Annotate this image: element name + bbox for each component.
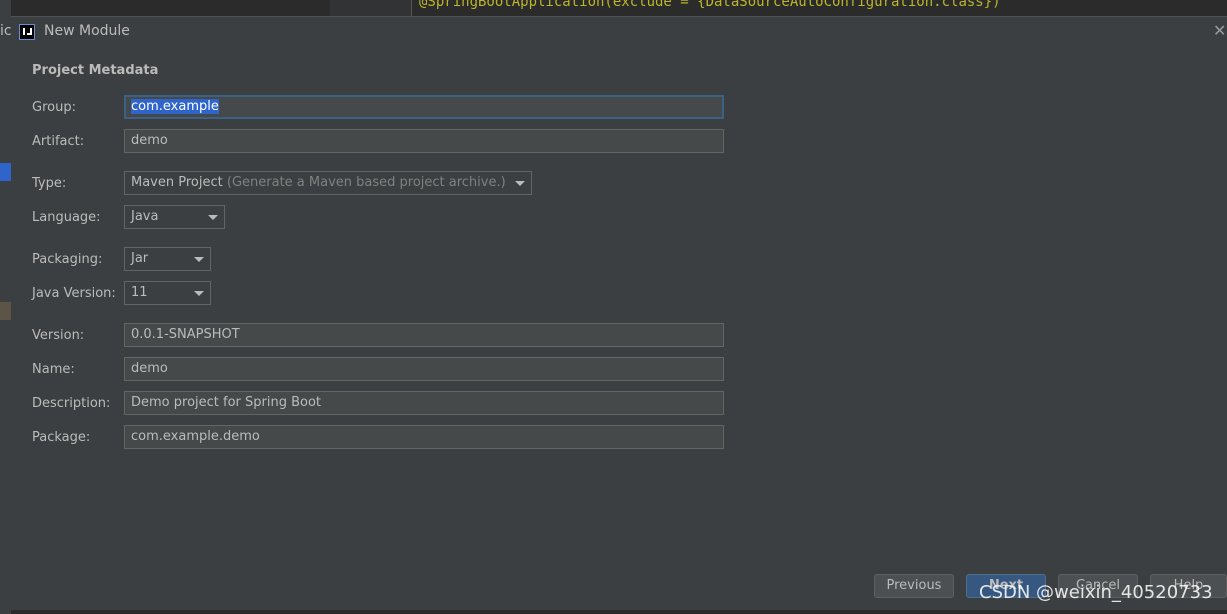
chevron-down-icon: [194, 257, 204, 262]
language-value: Java: [131, 209, 159, 224]
selected-tree-row: [0, 163, 11, 181]
language-select[interactable]: Java: [124, 205, 225, 229]
close-icon[interactable]: ✕: [1213, 21, 1227, 41]
java-version-select[interactable]: 11: [124, 281, 211, 305]
java-version-label: Java Version:: [32, 286, 116, 301]
package-input[interactable]: com.example.demo: [124, 425, 724, 449]
package-label: Package:: [32, 430, 91, 445]
chevron-down-icon: [515, 181, 525, 186]
type-label: Type:: [32, 176, 67, 191]
group-value: com.example: [131, 99, 219, 114]
packaging-select[interactable]: Jar: [124, 247, 211, 271]
chevron-down-icon: [194, 291, 204, 296]
name-input[interactable]: demo: [124, 357, 724, 381]
editor-code-area: @SpringBootApplication(exclude = {DataSo…: [165, 0, 1227, 16]
name-label: Name:: [32, 362, 75, 377]
group-label: Group:: [32, 100, 76, 115]
description-label: Description:: [32, 396, 111, 411]
chevron-down-icon: [208, 215, 218, 220]
description-input[interactable]: Demo project for Spring Boot: [124, 391, 724, 415]
dialog-title: New Module: [44, 23, 130, 39]
editor-gutter: [330, 0, 412, 16]
artifact-label: Artifact:: [32, 134, 85, 149]
language-label: Language:: [32, 210, 101, 225]
type-hint: (Generate a Maven based project archive.…: [226, 175, 506, 190]
intellij-logo-icon: [19, 24, 35, 40]
packaging-label: Packaging:: [32, 252, 103, 267]
project-tool-strip: [0, 0, 11, 614]
new-module-dialog: ic New Module ✕ Project Metadata Group: …: [0, 16, 1227, 610]
code-line: @SpringBootApplication(exclude = {DataSo…: [419, 0, 1001, 10]
group-input[interactable]: com.example: [124, 95, 724, 119]
highlighted-tree-row: [0, 302, 11, 320]
artifact-input[interactable]: demo: [124, 129, 724, 153]
type-select[interactable]: Maven Project (Generate a Maven based pr…: [124, 171, 532, 195]
version-input[interactable]: 0.0.1-SNAPSHOT: [124, 323, 724, 347]
dialog-titlebar: ic New Module ✕: [0, 17, 1227, 47]
java-version-value: 11: [131, 285, 148, 300]
csdn-watermark: CSDN @weixin_40520733: [979, 582, 1213, 603]
type-value: Maven Project: [131, 175, 223, 190]
background-text-fragment: ic: [0, 23, 12, 39]
previous-button[interactable]: Previous: [874, 574, 954, 598]
section-title: Project Metadata: [32, 63, 159, 78]
version-label: Version:: [32, 328, 85, 343]
packaging-value: Jar: [131, 251, 149, 266]
